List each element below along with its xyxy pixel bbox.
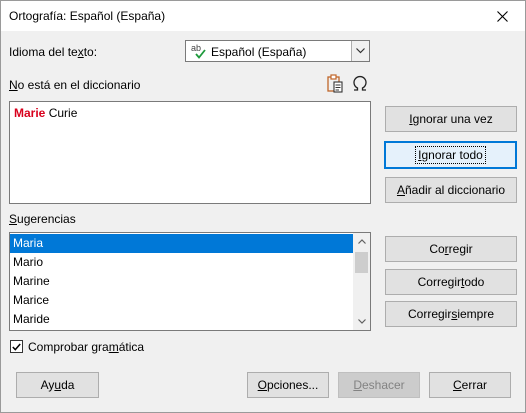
close-dialog-button[interactable]: Cerrar [429,372,511,398]
omega-icon [353,75,367,91]
check-grammar-label-accel: m [108,340,119,354]
scroll-down-button[interactable] [353,313,370,330]
special-character-button[interactable] [350,74,370,94]
suggestion-item[interactable]: Mario [10,253,353,272]
not-in-dictionary-label: No está en el diccionario [9,78,140,92]
button-label-part: eshacer [361,378,405,392]
ignore-all-button[interactable]: Ignorar todo [384,141,517,169]
button-label-part: ñadir al diccionario [404,183,506,197]
button-label-part: gnorar una vez [412,112,493,126]
button-label-part: iempre [457,307,495,321]
button-label-part: odo [464,275,485,289]
paste-icon [327,74,343,93]
suggestions-label-accel: S [9,212,18,226]
undo-button: Deshacer [338,372,420,398]
check-grammar-label-part: Comprobar gra [28,340,109,354]
correct-button[interactable]: Co r regir [385,236,517,262]
language-select[interactable]: ab Español (España) [185,40,370,62]
button-label-accel: O [257,378,267,392]
ignore-once-button[interactable]: Ignorar una vez [385,106,517,132]
button-label-accel: u [54,378,62,392]
button-label-part: Corregir [417,275,461,289]
language-label-part: to: [83,45,98,59]
title-bar: Ortografía: Español (España) [1,1,525,31]
help-button[interactable]: Ay u da [16,372,99,398]
check-grammar-checkbox[interactable] [10,340,23,353]
chevron-down-icon [356,48,365,54]
close-button[interactable] [480,1,525,31]
svg-text:ab: ab [191,43,201,53]
button-label-part: pciones... [266,378,319,392]
suggestions-list[interactable]: Maria Mario Marine Marice Maride [9,232,371,331]
button-label-part: gnorar todo [421,148,483,162]
close-icon [497,10,508,22]
suggestion-item[interactable]: Maria [10,234,353,253]
suggestion-item[interactable]: Marine [10,272,353,291]
sentence-textbox[interactable]: Marie Curie [9,101,371,204]
suggestion-item[interactable]: Marice [10,291,353,310]
button-label-accel: D [353,378,362,392]
chevron-up-icon [357,239,366,244]
not-in-dictionary-label-accel: N [9,78,18,92]
focus-ring: Ignorar todo [415,146,486,164]
not-in-dictionary-label-part: o está en el diccionario [17,78,141,92]
language-value: Español (España) [211,45,307,59]
misspelled-word: Marie [14,106,46,120]
checkmark-icon [12,343,21,351]
button-label-accel: A [396,183,405,197]
suggestions-label: Sugerencias [9,212,76,226]
sentence-rest: Curie [45,106,78,120]
button-label-part: Corregir [407,307,452,321]
check-grammar-label-part: ática [118,340,145,354]
chevron-down-icon [357,319,366,324]
correct-always-button[interactable]: Corregir s iempre [385,301,517,327]
spelling-dialog: Ortografía: Español (España) Idioma del … [0,0,526,413]
button-label-part: Co [429,242,445,256]
button-label-part: regir [448,242,473,256]
language-dropdown-button[interactable] [351,41,369,61]
scroll-up-button[interactable] [353,233,370,250]
correct-all-button[interactable]: Corregir t odo [385,269,517,295]
button-label-part: Ay [40,378,55,392]
check-grammar-label[interactable]: Comprobar gramática [28,340,144,354]
suggestions-label-part: ugerencias [17,212,76,226]
button-label-part: da [61,378,75,392]
scroll-thumb[interactable] [355,252,368,273]
spellcheck-language-icon: ab [191,43,206,59]
language-label-part: Idioma del te [9,45,78,59]
paste-button[interactable] [326,74,344,94]
button-label-part: errar [461,378,487,392]
suggestions-scrollbar[interactable] [353,233,370,330]
button-label-accel: C [452,378,462,392]
window-title: Ortografía: Español (España) [9,9,166,23]
options-button[interactable]: Opciones... [247,372,329,398]
add-to-dictionary-button[interactable]: Añadir al diccionario [385,177,517,203]
suggestion-item[interactable]: Maride [10,310,353,329]
language-label: Idioma del texto: [9,45,97,59]
